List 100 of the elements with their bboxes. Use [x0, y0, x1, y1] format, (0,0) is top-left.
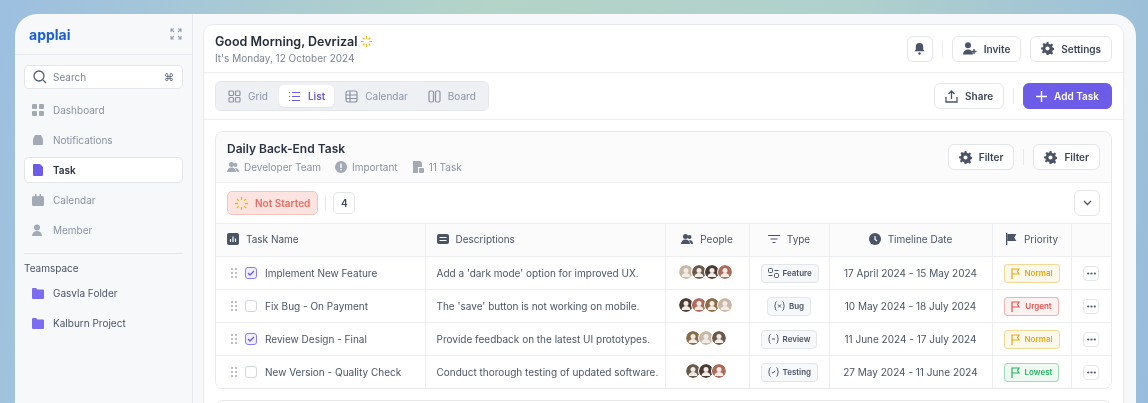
drag-handle-icon[interactable]	[231, 367, 237, 377]
priority-badge: Normal	[1003, 263, 1060, 283]
dashboard-icon	[32, 104, 44, 116]
column-header[interactable]: Type	[767, 233, 811, 245]
clock-icon	[868, 233, 881, 245]
view-tab[interactable]: List	[278, 85, 335, 107]
task-name: Review Design - Final	[265, 333, 367, 345]
people-icon	[681, 233, 694, 245]
alert-icon	[335, 161, 348, 173]
search-placeholder: Search	[53, 71, 88, 83]
member-icon	[32, 224, 44, 236]
type-tag: Feature	[760, 263, 819, 283]
date-text: It's Monday, 12 October 2024	[215, 51, 356, 64]
column-header[interactable]: Descriptions	[436, 233, 515, 245]
column-header[interactable]: Task Name	[227, 233, 299, 245]
timeline-date: 27 May 2024 - 11 June 2024	[843, 366, 978, 378]
folder-icon	[32, 317, 44, 329]
avatar	[710, 330, 727, 346]
task-name: Fix Bug - On Payment	[265, 300, 369, 312]
status-badge: Not Started	[227, 191, 319, 215]
more-button[interactable]	[1083, 299, 1100, 314]
more-button[interactable]	[1083, 266, 1100, 281]
section-label: Teamspace	[23, 262, 80, 276]
add-user-icon	[962, 42, 977, 55]
more-icon	[1086, 338, 1096, 341]
components-icon	[767, 268, 779, 278]
priority-badge: Normal	[1003, 329, 1060, 349]
board-icon	[427, 89, 441, 103]
brackets-icon	[767, 334, 779, 344]
avatar	[684, 330, 701, 346]
settings-icon	[1044, 150, 1058, 164]
avatar	[697, 363, 714, 379]
task-name: New Version - Quality Check	[265, 366, 402, 378]
filter-button[interactable]: Filter	[1033, 144, 1100, 170]
plus-icon	[1036, 90, 1048, 102]
column-header[interactable]: Timeline Date	[868, 233, 953, 245]
bell-icon	[913, 42, 927, 55]
task-name: Implement New Feature	[265, 267, 378, 279]
checkbox[interactable]	[245, 333, 257, 345]
chevron-down-icon	[1082, 200, 1092, 206]
grid-icon	[228, 89, 241, 103]
checkbox[interactable]	[245, 267, 257, 279]
team-icon	[227, 161, 239, 173]
settings-icon	[1041, 42, 1055, 55]
check-brackets-icon	[767, 367, 779, 377]
doc-icon	[411, 161, 424, 173]
collapse-button[interactable]	[1074, 190, 1100, 216]
priority-badge: Urgent	[1004, 296, 1059, 316]
notification-button[interactable]	[906, 35, 933, 62]
priority-badge: Lowest	[1003, 362, 1060, 382]
expand-icon[interactable]	[170, 28, 182, 40]
invite-button[interactable]: Invite	[951, 35, 1022, 62]
card-title: Daily Back-End Task	[227, 141, 347, 156]
more-icon	[1086, 371, 1096, 374]
type-tag: Testing	[760, 362, 819, 382]
avatar	[697, 330, 714, 346]
folder-item[interactable]: Gasvla Folder	[24, 280, 183, 306]
more-icon	[1086, 272, 1096, 275]
meta-label: 11 Task	[428, 161, 462, 173]
avatar	[710, 363, 727, 379]
drag-handle-icon[interactable]	[231, 301, 237, 311]
calendar-icon	[32, 194, 44, 206]
folder-item[interactable]: Kalburn Project	[24, 310, 183, 336]
folder-icon	[32, 287, 44, 299]
drag-handle-icon[interactable]	[231, 334, 237, 344]
table-icon	[345, 89, 359, 103]
greeting-title: Good Morning, Devrizal	[215, 33, 358, 49]
app-logo: applai	[29, 25, 71, 43]
more-button[interactable]	[1083, 332, 1100, 347]
more-icon	[1086, 305, 1096, 308]
task-count: 4	[333, 192, 356, 214]
search-field[interactable]: Search ⌘	[24, 65, 183, 89]
share-button[interactable]: Share	[934, 83, 1005, 109]
avatar	[684, 363, 701, 379]
sun-icon	[361, 35, 373, 47]
flag-icon	[1010, 366, 1020, 378]
share-icon	[945, 89, 959, 103]
timeline-date: 10 May 2024 - 18 July 2024	[844, 300, 977, 312]
drag-handle-icon[interactable]	[231, 268, 237, 278]
settings-button[interactable]: Settings	[1030, 35, 1112, 62]
timeline-date: 17 April 2024 - 15 May 2024	[844, 267, 977, 279]
chart-icon	[227, 233, 239, 245]
list-icon	[287, 89, 301, 103]
add-task-button[interactable]: Add Task	[1023, 83, 1112, 109]
flag-icon	[1011, 300, 1021, 312]
meta-label: Developer Team	[244, 161, 322, 173]
task-description: Provide feedback on the latest UI prototypes.	[436, 333, 651, 345]
timeline-date: 11 June 2024 - 17 July 2024	[844, 333, 977, 345]
avatar	[717, 297, 733, 313]
inbox-icon	[32, 134, 44, 146]
more-button[interactable]	[1083, 365, 1100, 380]
sidebar-item[interactable]: Task	[24, 157, 183, 183]
search-icon	[33, 70, 47, 84]
avatar	[717, 264, 733, 280]
type-tag: Review	[760, 329, 818, 349]
filter-button[interactable]: Filter	[947, 144, 1015, 170]
task-description: Conduct thorough testing of updated software.	[436, 366, 659, 378]
task-description: Add a 'dark mode' option for improved UX.	[436, 267, 639, 279]
flag-icon	[1010, 267, 1020, 279]
meta-label: Important	[352, 161, 398, 173]
